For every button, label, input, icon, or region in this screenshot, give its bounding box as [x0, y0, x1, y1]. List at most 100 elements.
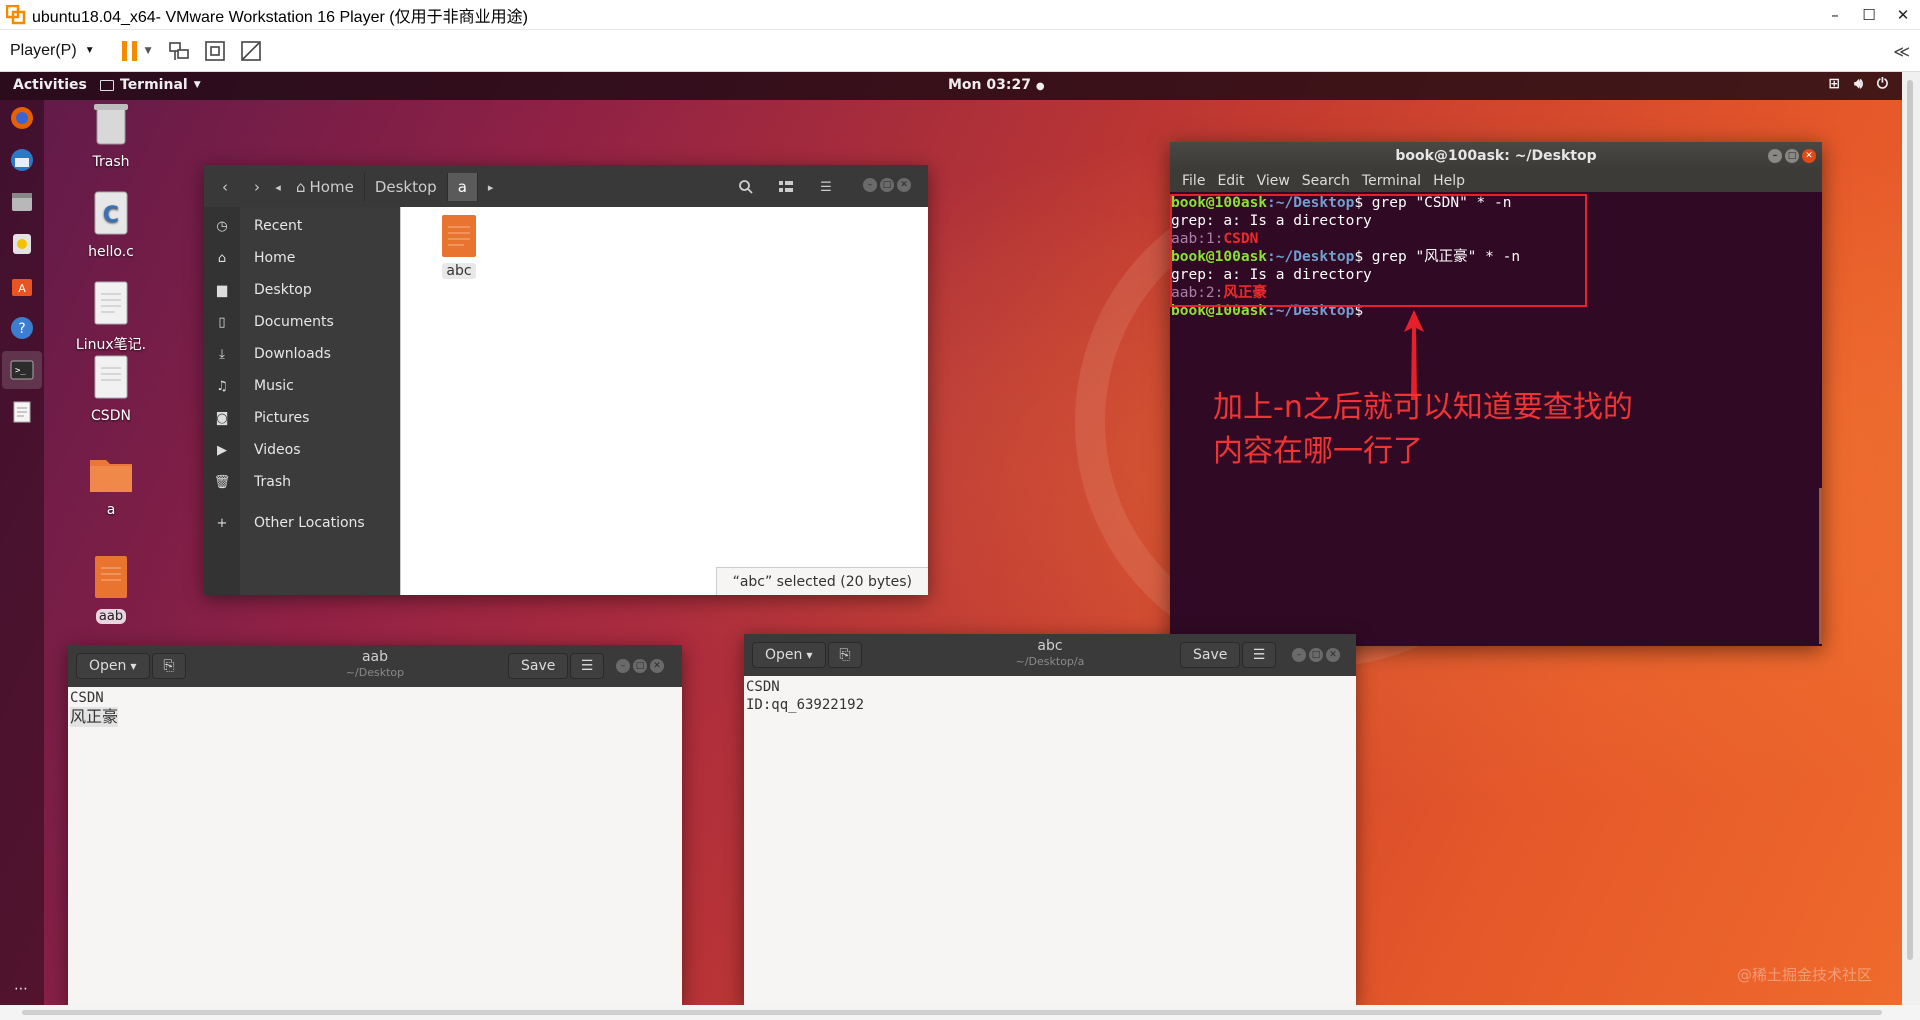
- close-icon[interactable]: ✕: [650, 659, 664, 673]
- close-icon[interactable]: ✕: [1326, 648, 1340, 662]
- view-toggle-button[interactable]: [769, 173, 803, 201]
- menu-search[interactable]: Search: [1296, 173, 1356, 189]
- sidebar-item-downloads[interactable]: ⤓ Downloads: [204, 341, 400, 367]
- maximize-icon[interactable]: □: [633, 659, 647, 673]
- maximize-icon[interactable]: □: [1309, 648, 1323, 662]
- crumb-left-arrow[interactable]: ◂: [270, 174, 286, 200]
- minimize-button[interactable]: –: [1818, 0, 1852, 30]
- desktop-icon-hello-c[interactable]: C hello.c: [66, 190, 156, 260]
- editor-text-area[interactable]: CSDN 风正豪: [68, 687, 682, 1005]
- files-icon[interactable]: [8, 188, 36, 216]
- crumb-right-arrow[interactable]: ▸: [478, 173, 504, 201]
- clock[interactable]: Mon 03:27 ●: [948, 77, 1045, 93]
- text-file-icon: [94, 355, 128, 399]
- files-window[interactable]: ‹ › ◂ ⌂ Home Desktop a ▸ ☰ – □ ✕ ◷ Recent: [204, 165, 928, 595]
- clock-icon: ◷: [216, 218, 228, 234]
- menu-edit[interactable]: Edit: [1211, 173, 1250, 189]
- terminal-scrollbar[interactable]: [1819, 488, 1822, 644]
- sidebar-item-trash[interactable]: 🗑︎ Trash: [204, 469, 400, 495]
- editor-line: ID:qq_63922192: [746, 697, 865, 713]
- editor-line: 风正豪: [70, 707, 119, 727]
- firefox-icon[interactable]: [8, 104, 36, 132]
- sidebar-item-desktop[interactable]: ▆ Desktop: [204, 277, 400, 303]
- maximize-button[interactable]: ☐: [1852, 0, 1886, 30]
- menu-file[interactable]: File: [1176, 173, 1211, 189]
- close-button[interactable]: ✕: [1886, 0, 1920, 30]
- back-button[interactable]: ‹: [210, 174, 240, 200]
- editor-text-area[interactable]: CSDN ID:qq_63922192: [744, 676, 1356, 1005]
- sidebar-item-home[interactable]: ⌂ Home: [204, 245, 400, 271]
- app-menu[interactable]: Terminal ▼: [100, 77, 201, 93]
- software-center-icon[interactable]: A: [8, 272, 36, 300]
- show-applications-button[interactable]: ⋯: [14, 981, 29, 997]
- rhythmbox-icon[interactable]: [8, 230, 36, 258]
- crumb-desktop[interactable]: Desktop: [365, 173, 448, 201]
- crumb-label: Desktop: [374, 178, 437, 196]
- menu-terminal[interactable]: Terminal: [1356, 173, 1427, 189]
- svg-text:A: A: [18, 282, 26, 295]
- crumb-a[interactable]: a: [447, 173, 478, 201]
- menu-view[interactable]: View: [1251, 173, 1296, 189]
- pause-button[interactable]: [117, 38, 143, 64]
- unity-button[interactable]: [238, 38, 264, 64]
- dock: A ? >_ ⋯: [0, 100, 44, 1005]
- minimize-icon[interactable]: –: [1292, 648, 1306, 662]
- files-content-area[interactable]: abc “abc” selected (20 bytes): [400, 207, 928, 595]
- collapse-toolbar-button[interactable]: ≪: [1893, 42, 1910, 61]
- vmware-window-title: ubuntu18.04_x64- VMware Workstation 16 P…: [32, 8, 528, 26]
- sidebar-item-documents[interactable]: ▯ Documents: [204, 309, 400, 335]
- search-icon: [739, 180, 753, 194]
- chevron-down-icon[interactable]: ▼: [145, 46, 152, 56]
- thunderbird-icon[interactable]: [8, 146, 36, 174]
- file-item-abc[interactable]: abc: [429, 213, 489, 279]
- player-menu-label: Player(P): [10, 41, 77, 59]
- scrollbar-thumb[interactable]: [22, 1010, 1882, 1015]
- crumb-home[interactable]: ⌂ Home: [286, 173, 365, 201]
- menu-help[interactable]: Help: [1427, 173, 1471, 189]
- minimize-icon[interactable]: –: [1768, 149, 1782, 163]
- music-icon: ♫: [216, 378, 228, 394]
- search-button[interactable]: [729, 173, 763, 201]
- desktop-icon-csdn[interactable]: CSDN: [66, 354, 156, 424]
- minimize-icon[interactable]: –: [616, 659, 630, 673]
- minimize-icon[interactable]: –: [863, 178, 877, 192]
- clock-label: Mon 03:27: [948, 77, 1031, 93]
- maximize-icon[interactable]: □: [1785, 149, 1799, 163]
- text-editor-window-aab[interactable]: Open ▼ ⎘ aab ~/Desktop Save ☰ – □ ✕ CSDN …: [68, 645, 682, 1005]
- desktop-icon-aab[interactable]: aab: [66, 554, 156, 624]
- menu-button[interactable]: ☰: [809, 173, 843, 201]
- text-editor-window-abc[interactable]: Open ▼ ⎘ abc ~/Desktop/a Save ☰ – □ ✕ CSD…: [744, 634, 1356, 1005]
- desktop-icon-linux-notes[interactable]: Linux笔记.: [66, 280, 156, 354]
- player-menu[interactable]: Player(P) ▼: [10, 42, 95, 60]
- sidebar-item-videos[interactable]: ▶ Videos: [204, 437, 400, 463]
- maximize-icon[interactable]: □: [880, 178, 894, 192]
- fit-guest-button[interactable]: [202, 38, 228, 64]
- text-editor-icon[interactable]: [8, 398, 36, 426]
- sidebar-item-pictures[interactable]: ◙ Pictures: [204, 405, 400, 431]
- save-button[interactable]: Save: [1180, 642, 1241, 668]
- scrollbar-thumb[interactable]: [1907, 80, 1913, 960]
- close-icon[interactable]: ✕: [897, 178, 911, 192]
- guest-screen[interactable]: Activities Terminal ▼ Mon 03:27 ● ⊞ 🔊︎ ⏻: [0, 72, 1902, 1005]
- close-icon[interactable]: ✕: [1802, 149, 1816, 163]
- menu-button[interactable]: ☰: [1242, 642, 1276, 668]
- desktop-icon-folder-a[interactable]: a: [66, 454, 156, 518]
- system-tray[interactable]: ⊞ 🔊︎ ⏻: [1828, 76, 1888, 92]
- download-icon: ⤓: [219, 346, 225, 362]
- help-icon[interactable]: ?: [8, 314, 36, 342]
- send-ctrl-alt-del-button[interactable]: [166, 38, 192, 64]
- terminal-titlebar: book@100ask: ~/Desktop – □ ✕: [1170, 142, 1822, 170]
- crumb-label: Home: [309, 178, 354, 196]
- sidebar-item-other-locations[interactable]: + Other Locations: [204, 510, 400, 536]
- menu-button[interactable]: ☰: [570, 653, 604, 679]
- save-button[interactable]: Save: [508, 653, 569, 679]
- activities-button[interactable]: Activities: [13, 77, 87, 93]
- vm-vertical-scrollbar[interactable]: [1902, 72, 1920, 1005]
- sidebar-item-recent[interactable]: ◷ Recent: [204, 213, 400, 239]
- terminal-dock-icon[interactable]: >_: [8, 356, 36, 384]
- sidebar-item-music[interactable]: ♫ Music: [204, 373, 400, 399]
- vm-horizontal-scrollbar[interactable]: [0, 1005, 1920, 1020]
- desktop-icon-trash[interactable]: Trash: [66, 100, 156, 170]
- terminal-icon: [100, 79, 114, 91]
- forward-button[interactable]: ›: [242, 174, 272, 200]
